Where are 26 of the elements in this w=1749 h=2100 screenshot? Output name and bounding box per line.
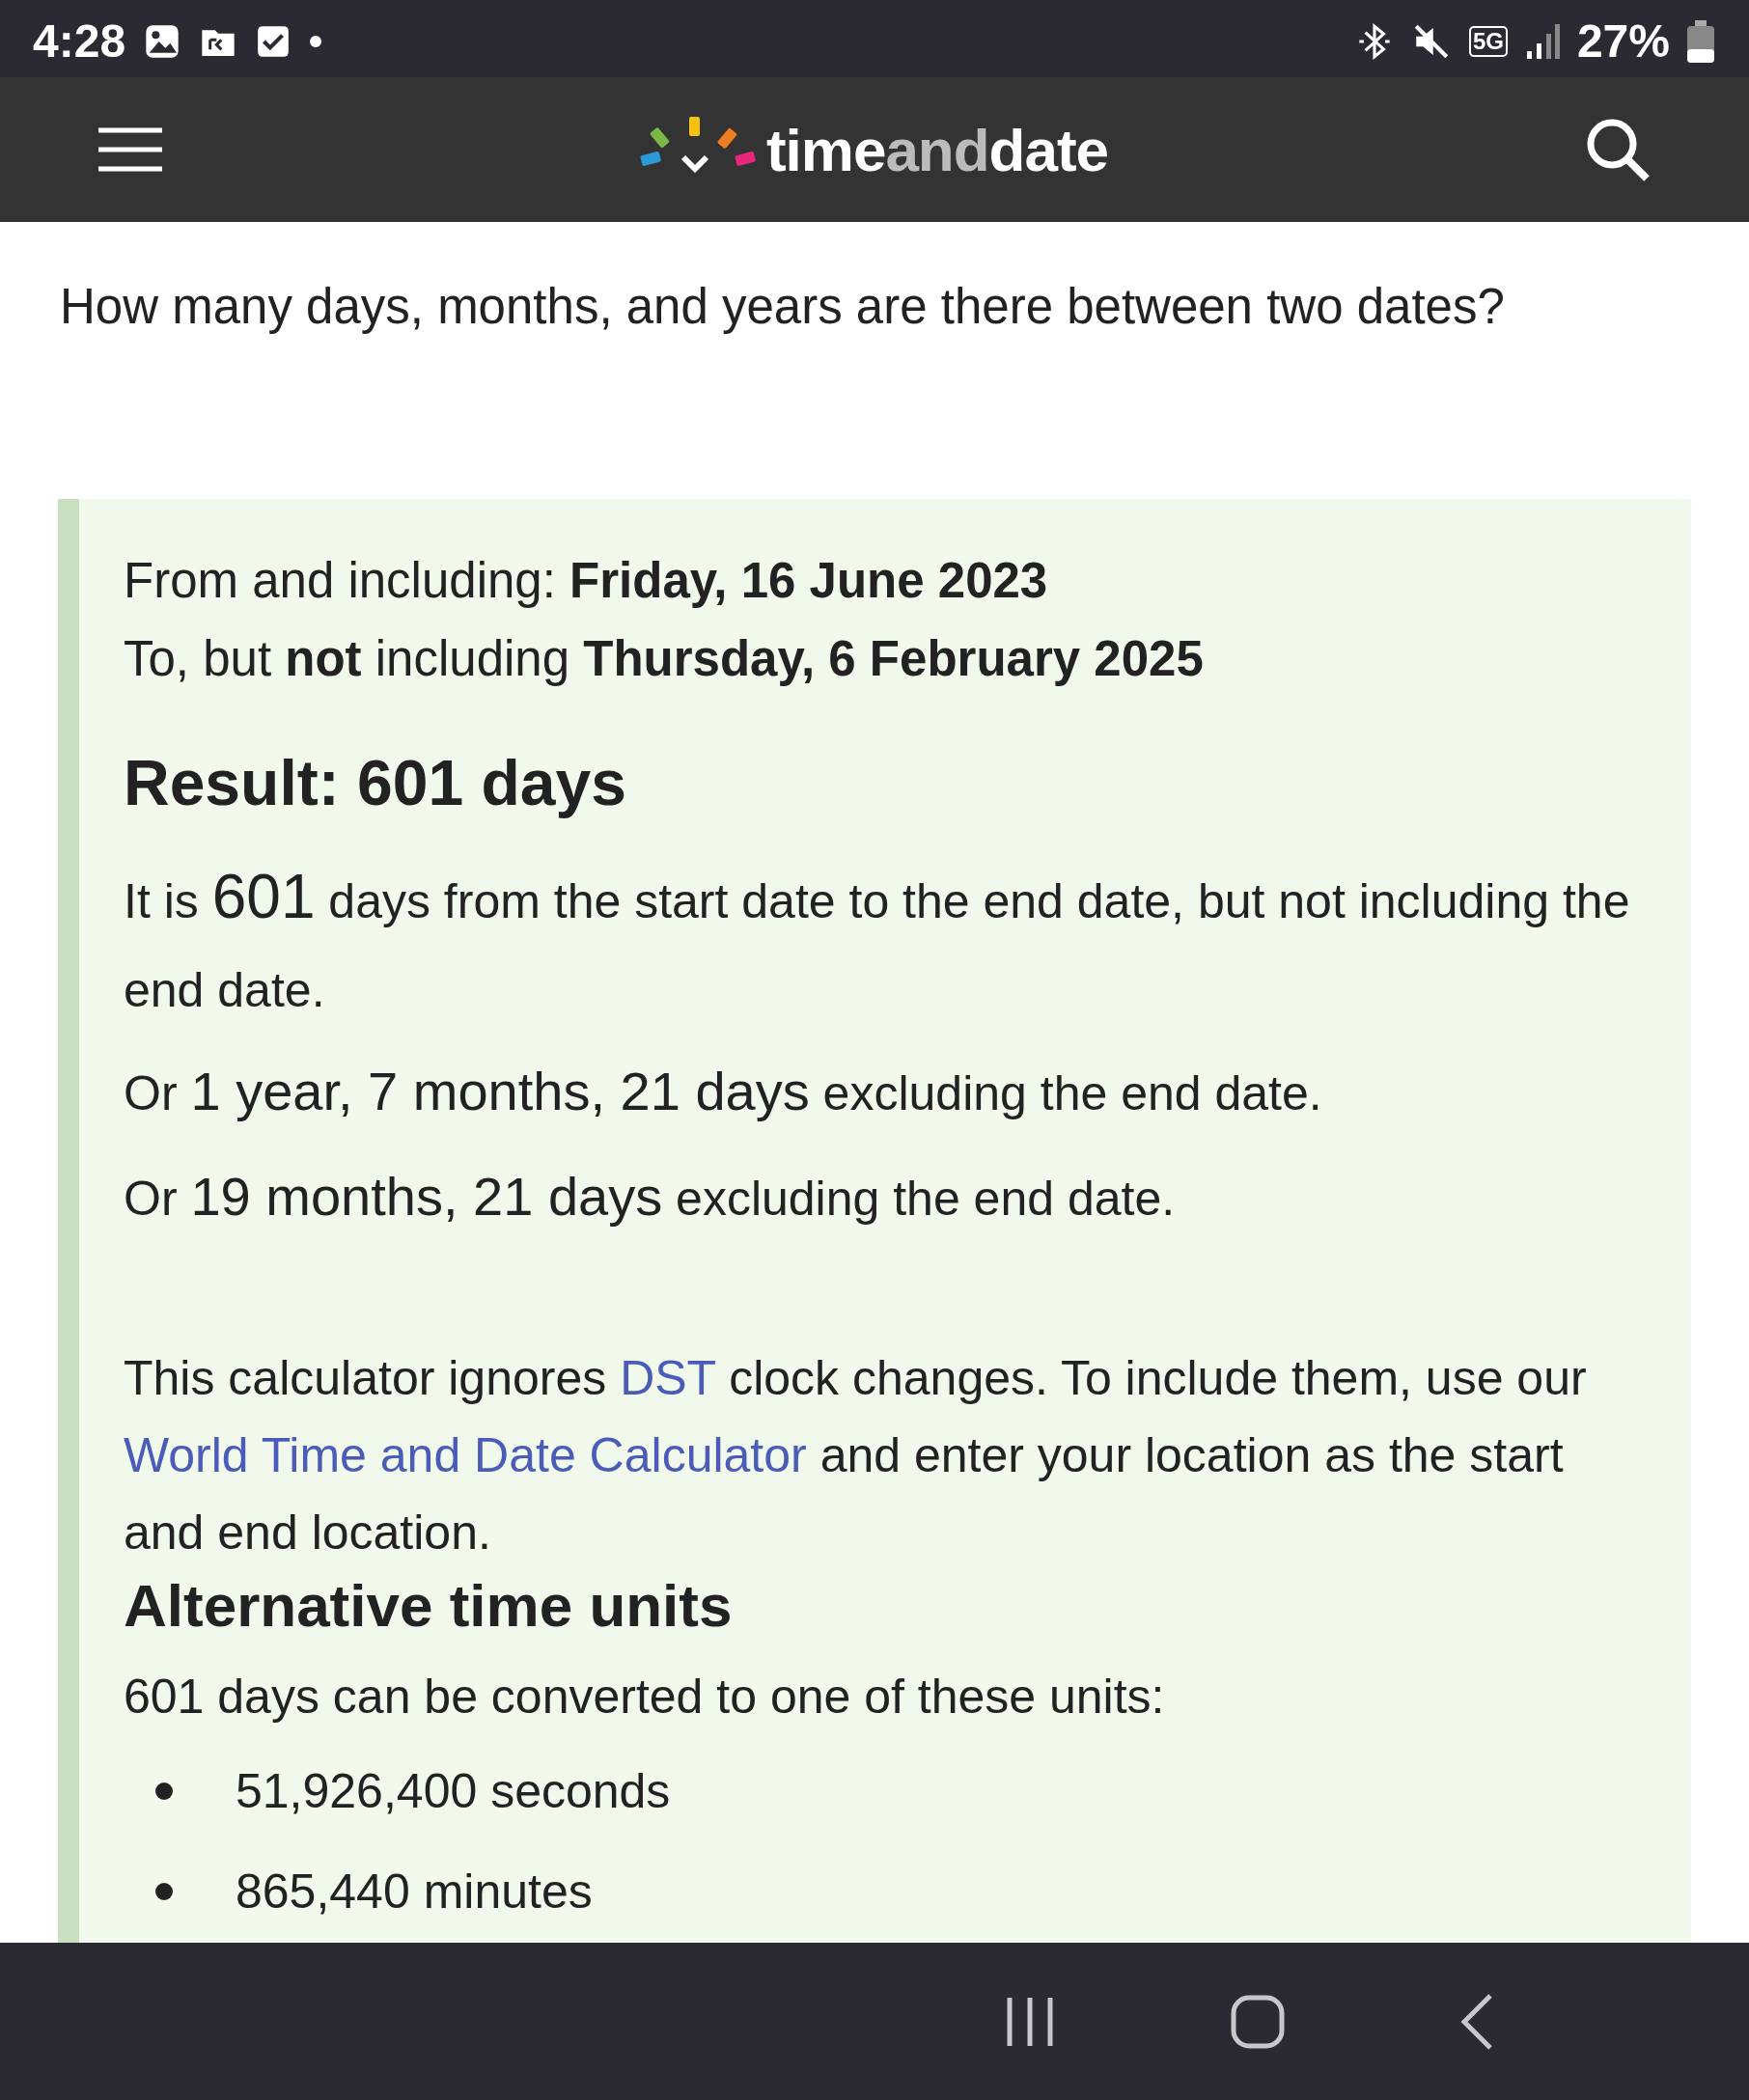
home-icon[interactable] <box>1230 1993 1286 2050</box>
dst-note: This calculator ignores DST clock changes. To include them, use our World Time and Date Calculator and enter your location as the start and end location. <box>124 1349 1588 1561</box>
start-date-line: From and including: Friday, 16 June 2023 <box>124 552 1049 610</box>
brand-wordmark[interactable]: timeanddate <box>765 115 1109 184</box>
result-statement: Or 1 year, 7 months, 21 days excluding the end date. <box>124 1060 1323 1124</box>
text-link[interactable]: DST <box>620 1350 716 1405</box>
battery-percent: 27% <box>1576 14 1670 68</box>
dot-icon <box>309 34 323 48</box>
section-heading: Alternative time units <box>124 1570 734 1640</box>
unit-value: 865,440 minutes <box>236 1863 593 1920</box>
battery-icon <box>1687 19 1714 63</box>
result-heading: Result: 601 days <box>124 746 627 820</box>
bullet-icon <box>154 1881 174 1901</box>
result-statement: It is 601 days from the start date to the end date, but not including the end date. <box>124 861 1631 1020</box>
bullet-icon <box>154 1781 174 1801</box>
network-label: 5G <box>1468 25 1508 57</box>
result-statement: Or 19 months, 21 days excluding the end date. <box>124 1165 1177 1230</box>
status-time: 4:28 <box>33 14 126 68</box>
signal-icon <box>1524 21 1560 61</box>
menu-icon[interactable] <box>97 126 164 173</box>
unit-value: 51,926,400 seconds <box>236 1762 671 1819</box>
back-icon[interactable] <box>1459 1992 1494 2051</box>
units-intro: 601 days can be converted to one of these units: <box>124 1668 1166 1725</box>
page-subtitle: How many days, months, and years are there between two dates? <box>60 278 1506 335</box>
text-link[interactable]: World Time and Date Calculator <box>124 1427 807 1482</box>
end-date-line: To, but not including Thursday, 6 February 2025 <box>124 630 1205 689</box>
